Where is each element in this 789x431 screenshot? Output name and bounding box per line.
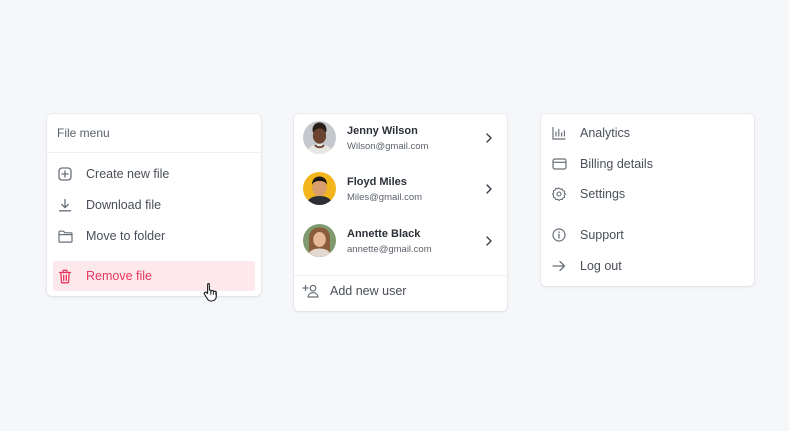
add-user-icon [302, 284, 320, 298]
move-to-folder-item[interactable]: Move to folder [53, 221, 255, 251]
download-icon [57, 197, 73, 213]
create-new-file-label: Create new file [86, 167, 170, 181]
chevron-right-icon [484, 234, 494, 246]
info-icon [551, 227, 567, 243]
user-name: Jenny Wilson [347, 125, 418, 137]
folder-icon [57, 228, 73, 244]
log-out-label: Log out [580, 259, 622, 273]
add-new-user-button[interactable]: Add new user [302, 280, 406, 302]
menu-item-billing-details[interactable]: Billing details [547, 151, 748, 177]
add-new-user-label: Add new user [330, 284, 407, 298]
trash-icon [57, 268, 73, 284]
user-name: Floyd Miles [347, 176, 407, 188]
hand-pointer-icon [203, 282, 219, 302]
avatar [303, 224, 336, 257]
chevron-right-icon [484, 182, 494, 194]
menu-item-analytics[interactable]: Analytics [547, 120, 748, 146]
chevron-right-icon [484, 131, 494, 143]
billing-details-label: Billing details [580, 157, 653, 171]
file-menu-title: File menu [57, 126, 110, 140]
user-row-jenny-wilson[interactable]: Jenny Wilson Wilson@gmail.com [294, 114, 507, 162]
analytics-label: Analytics [580, 126, 631, 140]
arrow-right-icon [551, 258, 567, 274]
menu-item-support[interactable]: Support [547, 222, 748, 248]
download-file-item[interactable]: Download file [53, 190, 255, 220]
menu-item-log-out[interactable]: Log out [547, 253, 748, 279]
credit-card-icon [551, 156, 567, 172]
create-new-file-item[interactable]: Create new file [53, 159, 255, 189]
user-list: Jenny Wilson Wilson@gmail.com Floyd Mile… [294, 114, 507, 311]
bar-chart-icon [551, 125, 567, 141]
user-row-floyd-miles[interactable]: Floyd Miles Miles@gmail.com [294, 165, 507, 213]
move-to-folder-label: Move to folder [86, 229, 166, 243]
user-row-annette-black[interactable]: Annette Black annette@gmail.com [294, 217, 507, 265]
support-label: Support [580, 228, 624, 242]
plus-square-icon [57, 166, 73, 182]
remove-file-item[interactable]: Remove file [53, 261, 255, 291]
user-email: Wilson@gmail.com [347, 141, 429, 152]
remove-file-label: Remove file [86, 269, 152, 283]
file-menu: File menu Create new file Download file … [47, 114, 261, 296]
divider [294, 275, 507, 276]
user-name: Annette Black [347, 228, 421, 240]
download-file-label: Download file [86, 198, 162, 212]
user-email: annette@gmail.com [347, 244, 432, 255]
settings-label: Settings [580, 187, 626, 201]
account-menu: Analytics Billing details Settings Suppo… [541, 114, 754, 286]
user-email: Miles@gmail.com [347, 192, 423, 203]
avatar [303, 121, 336, 154]
avatar [303, 172, 336, 205]
menu-item-settings[interactable]: Settings [547, 181, 748, 207]
divider [47, 152, 261, 153]
gear-icon [551, 186, 567, 202]
